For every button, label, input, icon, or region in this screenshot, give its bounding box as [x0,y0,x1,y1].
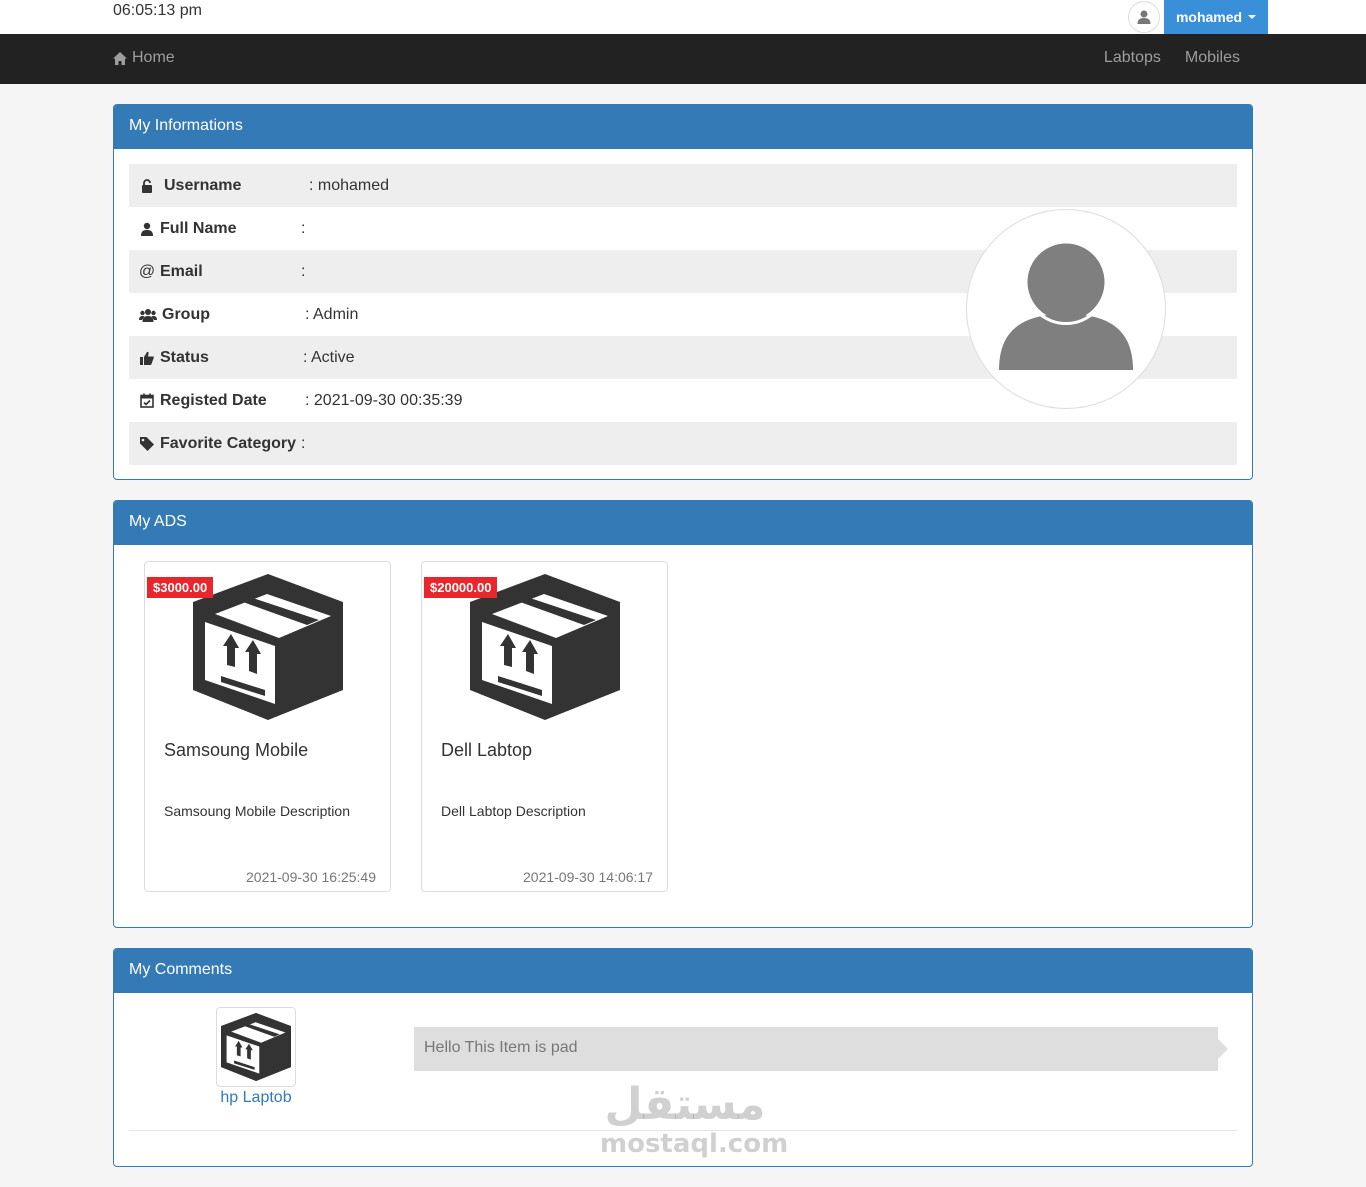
calendar-check-icon [139,393,155,408]
ads-panel: My ADS $3000.00 Samsoung Mobile Samsoung… [113,500,1253,928]
info-label-status: Status [160,348,209,366]
ad-title[interactable]: Samsoung Mobile [164,740,308,761]
info-label-registed-date: Registed Date [160,391,267,409]
tag-icon [139,436,155,451]
info-label-group: Group [162,305,210,323]
info-label-favorite-category: Favorite Category [160,434,297,452]
users-icon [139,308,157,322]
price-tag: $3000.00 [147,577,214,598]
ad-date: 2021-09-30 16:25:49 [246,869,376,885]
price-tag: $20000.00 [424,577,498,598]
navbar: Home Labtops Mobiles [0,34,1366,84]
info-value-full-name: : [301,219,306,237]
user-menu-button[interactable]: mohamed [1164,0,1268,34]
at-icon: @ [138,262,156,280]
comment-item-thumbnail[interactable] [216,1007,296,1087]
package-box-icon [221,1012,291,1082]
info-value-email: : [301,262,306,280]
info-label-full-name: Full Name [160,219,237,237]
profile-avatar [966,209,1166,409]
home-icon [113,51,127,65]
user-silhouette-icon [999,239,1133,370]
user-icon [139,222,155,236]
thumbs-up-icon [139,351,155,365]
ads-panel-title: My ADS [114,501,1252,545]
package-box-icon [193,574,343,720]
user-menu-label: mohamed [1175,9,1243,25]
comments-panel-title: My Comments [114,949,1252,993]
ad-date: 2021-09-30 14:06:17 [523,869,653,885]
ad-description: Dell Labtop Description [441,803,586,819]
comment-item-link[interactable]: hp Laptob [206,1089,306,1107]
info-value-favorite-category: : [301,434,306,452]
top-bar: 06:05:13 pm mohamed [0,0,1366,34]
watermark-logo: مستقل mostaql.com [600,1079,789,1159]
nav-link-labtops[interactable]: Labtops [1104,49,1161,67]
watermark-latin: mostaql.com [600,1129,789,1159]
user-avatar[interactable] [1128,1,1160,33]
info-panel-title: My Informations [114,105,1252,149]
watermark-arabic: مستقل [604,1079,766,1130]
ad-card[interactable]: $3000.00 Samsoung Mobile Samsoung Mobile… [144,561,391,892]
comment-text: Hello This Item is pad [414,1027,1228,1071]
clock: 06:05:13 pm [113,2,202,19]
info-value-status: : Active [303,348,355,366]
nav-home-label: Home [132,49,175,66]
info-row-favorite-category: Favorite Category : [129,422,1237,465]
ad-title[interactable]: Dell Labtop [441,740,532,761]
caret-down-icon [1248,15,1257,19]
info-label-username: Username [164,176,242,194]
lock-icon [139,178,155,193]
ad-card[interactable]: $20000.00 Dell Labtop Dell Labtop Descri… [421,561,668,892]
info-row-username: Username : mohamed [129,164,1237,207]
info-value-group: : Admin [305,305,359,323]
nav-home-link[interactable]: Home [113,49,175,67]
info-panel: My Informations Username : mohamed Full … [113,104,1253,480]
info-value-registed-date: : 2021-09-30 00:35:39 [305,391,463,409]
info-value-username: : mohamed [309,176,390,194]
info-label-email: Email [160,262,203,280]
nav-link-mobiles[interactable]: Mobiles [1185,49,1240,67]
user-icon [1137,10,1151,24]
ad-description: Samsoung Mobile Description [164,803,350,819]
